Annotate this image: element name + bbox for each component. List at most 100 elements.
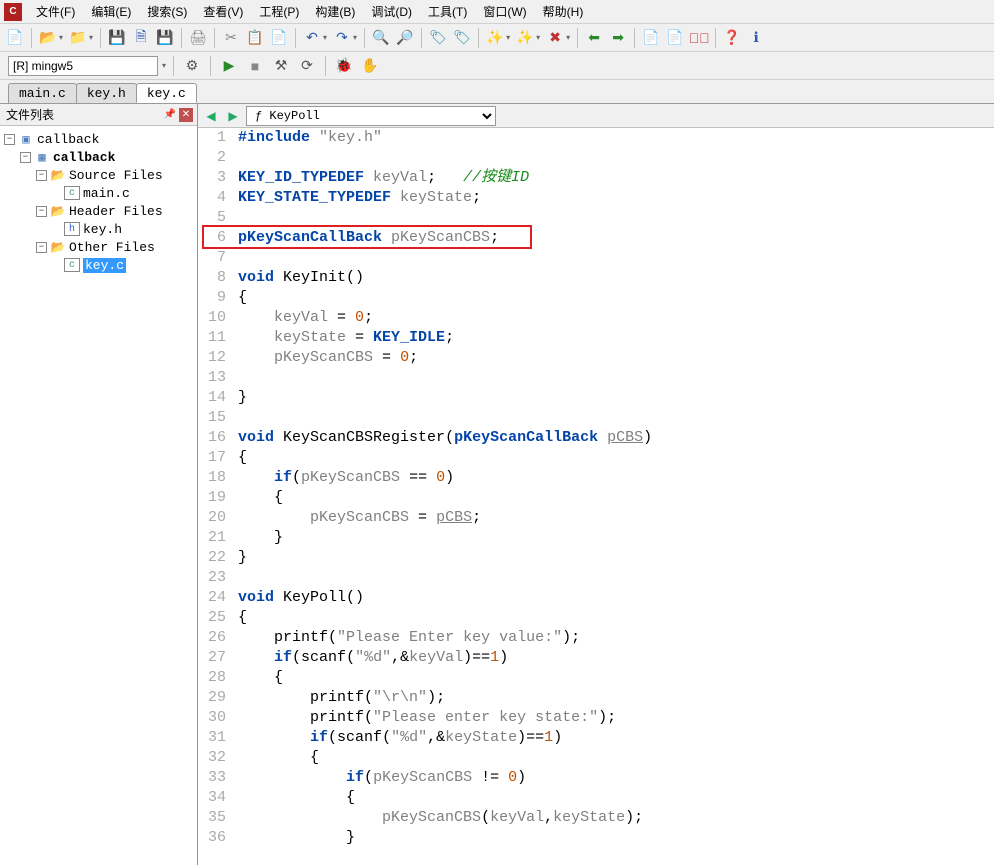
tree-project[interactable]: − ▦ callback — [2, 148, 195, 166]
main-split: 文件列表 📌 ✕ − ▣ callback − ▦ callback − — [0, 104, 994, 865]
build-run-icon[interactable]: ⚒ — [270, 55, 292, 77]
c-file-icon: c — [64, 186, 80, 200]
info-icon[interactable]: ℹ — [745, 27, 767, 49]
doc1-icon[interactable]: 📄 — [640, 27, 662, 49]
menu-search[interactable]: 搜索(S) — [139, 0, 195, 23]
run-icon[interactable]: ▶ — [218, 55, 240, 77]
tree-label: callback — [37, 132, 99, 147]
build-target-select[interactable] — [8, 56, 158, 76]
collapse-icon[interactable]: − — [36, 206, 47, 217]
panel-header: 文件列表 📌 ✕ — [0, 104, 197, 126]
debug-hand-icon[interactable]: ✋ — [359, 55, 381, 77]
tree-label: callback — [53, 150, 115, 165]
copy-icon[interactable]: 📋 — [244, 27, 266, 49]
wand-dropdown-icon[interactable]: ▾ — [506, 33, 512, 42]
menu-view[interactable]: 查看(V) — [195, 0, 251, 23]
editor-nav-fwd-icon[interactable]: ▶ — [224, 107, 242, 125]
menu-window[interactable]: 窗口(W) — [475, 0, 534, 23]
folder-icon: 📂 — [50, 204, 66, 218]
tree-file-key-h[interactable]: h key.h — [2, 220, 195, 238]
save-icon[interactable]: 💾 — [106, 27, 128, 49]
open-project-icon[interactable]: 📁 — [67, 27, 89, 49]
tree-label: key.h — [83, 222, 122, 237]
tree-label: key.c — [83, 258, 126, 273]
folder-icon: 📂 — [50, 240, 66, 254]
tree-group-other[interactable]: − 📂 Other Files — [2, 238, 195, 256]
editor-toolbar: ◀ ▶ ƒ KeyPoll — [198, 104, 994, 128]
main-toolbar: 📄 📂▾ 📁▾ 💾 🗎 💾 🖨 ✂ 📋 📄 ↶▾ ↷▾ 🔍 🔎 🏷 🏷 ✨▾ ✨… — [0, 24, 994, 52]
c-file-icon: c — [64, 258, 80, 272]
find-icon[interactable]: 🔍 — [370, 27, 392, 49]
doc-x-icon[interactable]: �⃠ — [688, 27, 710, 49]
wand2-icon[interactable]: ✨ — [514, 27, 536, 49]
open-dropdown-icon[interactable]: ▾ — [59, 33, 65, 42]
menu-project[interactable]: 工程(P) — [251, 0, 307, 23]
tab-key-c[interactable]: key.c — [136, 83, 197, 103]
rebuild-icon[interactable]: ⟳ — [296, 55, 318, 77]
find-in-files-icon[interactable]: 🔎 — [394, 27, 416, 49]
save-as-icon[interactable]: 💾 — [154, 27, 176, 49]
panel-close-icon[interactable]: ✕ — [179, 108, 193, 122]
panel-title: 文件列表 — [6, 106, 54, 123]
undo-dropdown-icon[interactable]: ▾ — [323, 33, 329, 42]
menu-build[interactable]: 构建(B) — [307, 0, 363, 23]
menu-edit[interactable]: 编辑(E) — [83, 0, 139, 23]
tree-group-header[interactable]: − 📂 Header Files — [2, 202, 195, 220]
tree-workspace[interactable]: − ▣ callback — [2, 130, 195, 148]
menu-debug[interactable]: 调试(D) — [363, 0, 420, 23]
tab-main-c[interactable]: main.c — [8, 83, 77, 103]
collapse-icon[interactable]: − — [36, 170, 47, 181]
new-file-icon[interactable]: 📄 — [4, 27, 26, 49]
wand2-dropdown-icon[interactable]: ▾ — [536, 33, 542, 42]
clear-icon[interactable]: ✖ — [544, 27, 566, 49]
editor-nav-back-icon[interactable]: ◀ — [202, 107, 220, 125]
editor-area: ◀ ▶ ƒ KeyPoll 12345678910111213141516171… — [198, 104, 994, 865]
collapse-icon[interactable]: − — [20, 152, 31, 163]
doc2-icon[interactable]: 📄 — [664, 27, 686, 49]
target-toolbar: ▾ ⚙ ▶ ■ ⚒ ⟳ 🐞 ✋ — [0, 52, 994, 80]
compile-icon[interactable]: ⚙ — [181, 55, 203, 77]
h-file-icon: h — [64, 222, 80, 236]
code-editor[interactable]: 1234567891011121314151617181920212223242… — [198, 128, 994, 848]
folder-icon: 📂 — [50, 168, 66, 182]
undo-icon[interactable]: ↶ — [301, 27, 323, 49]
symbol-selector[interactable]: ƒ KeyPoll — [246, 106, 496, 126]
stop-icon[interactable]: ■ — [244, 55, 266, 77]
tree-file-key-c[interactable]: c key.c — [2, 256, 195, 274]
save-all-icon[interactable]: 🗎 — [130, 27, 152, 49]
workspace-icon: ▣ — [18, 132, 34, 146]
project-tree[interactable]: − ▣ callback − ▦ callback − 📂 Source Fil… — [0, 126, 197, 865]
nav-fwd-icon[interactable]: ➡ — [607, 27, 629, 49]
panel-pin-icon[interactable]: 📌 — [163, 108, 177, 122]
tree-group-source[interactable]: − 📂 Source Files — [2, 166, 195, 184]
bookmark-icon[interactable]: 🏷 — [427, 27, 449, 49]
collapse-icon[interactable]: − — [36, 242, 47, 253]
code-container: 1234567891011121314151617181920212223242… — [198, 128, 994, 865]
cut-icon[interactable]: ✂ — [220, 27, 242, 49]
print-icon[interactable]: 🖨 — [187, 27, 209, 49]
tree-label: Source Files — [69, 168, 163, 183]
nav-back-icon[interactable]: ⬅ — [583, 27, 605, 49]
menu-tools[interactable]: 工具(T) — [420, 0, 475, 23]
collapse-icon[interactable]: − — [4, 134, 15, 145]
redo-icon[interactable]: ↷ — [331, 27, 353, 49]
tree-label: Header Files — [69, 204, 163, 219]
bookmark-next-icon[interactable]: 🏷 — [451, 27, 473, 49]
open-icon[interactable]: 📂 — [37, 27, 59, 49]
tree-file-main-c[interactable]: c main.c — [2, 184, 195, 202]
menu-file[interactable]: 文件(F) — [28, 0, 83, 23]
menubar: C 文件(F) 编辑(E) 搜索(S) 查看(V) 工程(P) 构建(B) 调试… — [0, 0, 994, 24]
project-icon: ▦ — [34, 150, 50, 164]
tab-key-h[interactable]: key.h — [76, 83, 137, 103]
redo-dropdown-icon[interactable]: ▾ — [353, 33, 359, 42]
clear-dropdown-icon[interactable]: ▾ — [566, 33, 572, 42]
wand-icon[interactable]: ✨ — [484, 27, 506, 49]
app-icon: C — [4, 3, 22, 21]
menu-help[interactable]: 帮助(H) — [535, 0, 592, 23]
paste-icon[interactable]: 📄 — [268, 27, 290, 49]
code-text[interactable]: #include "key.h" KEY_ID_TYPEDEF keyVal; … — [234, 128, 994, 848]
open-project-dropdown-icon[interactable]: ▾ — [89, 33, 95, 42]
tree-label: main.c — [83, 186, 130, 201]
debug-step-icon[interactable]: 🐞 — [333, 55, 355, 77]
help-icon[interactable]: ❓ — [721, 27, 743, 49]
